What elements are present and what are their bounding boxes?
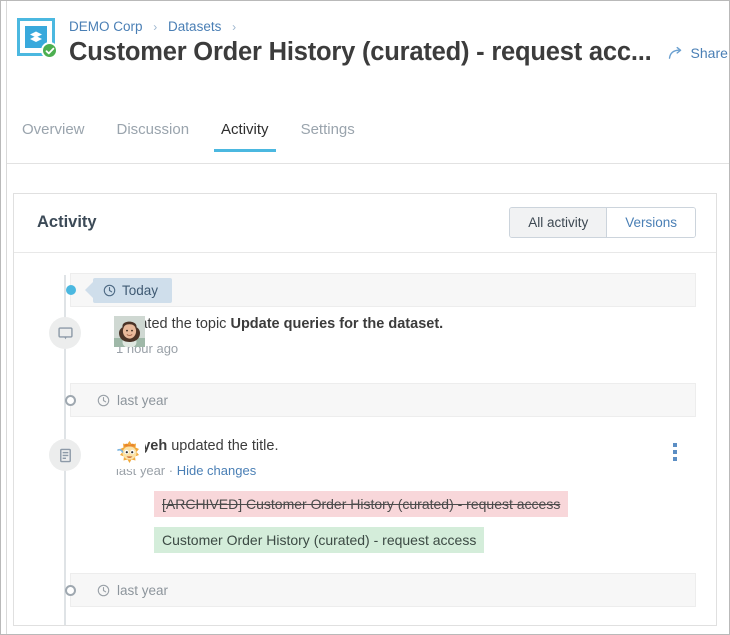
filter-versions[interactable]: Versions <box>606 208 695 237</box>
event-text: Created the topic Update queries for the… <box>116 315 698 334</box>
date-pill-today-label: Today <box>122 282 159 298</box>
activity-card: Activity All activity Versions Today Cre… <box>13 193 717 626</box>
event-body: Created the topic Update queries for the… <box>70 307 698 357</box>
hide-changes-link[interactable]: Hide changes <box>177 463 257 478</box>
timeline-marker-dot <box>66 285 76 295</box>
timeline-row: last year <box>32 573 698 607</box>
app-window: DEMO Corp › Datasets › Customer Order Hi… <box>0 0 730 635</box>
timeline-date-separator-last-year-2: last year <box>65 573 696 607</box>
event-meta-separator: · <box>165 463 177 478</box>
breadcrumb-separator-2: › <box>232 20 237 34</box>
event-body: @siyeh updated the title. last year · Hi… <box>70 429 698 479</box>
share-button[interactable]: Share <box>668 45 728 61</box>
diff-removed-wrap: [ARCHIVED] Customer Order History (curat… <box>154 491 698 517</box>
tab-activity-label: Activity <box>221 121 269 138</box>
verified-check-icon <box>41 42 58 59</box>
breadcrumb-separator: › <box>153 20 158 34</box>
kebab-menu-icon[interactable] <box>666 441 684 463</box>
breadcrumb-item-org[interactable]: DEMO Corp <box>69 19 143 34</box>
filter-all-activity-label: All activity <box>528 215 589 230</box>
event-text: @siyeh updated the title. <box>116 437 698 456</box>
page-title: Customer Order History (curated) - reque… <box>69 38 652 66</box>
activity-filter-group: All activity Versions <box>509 207 696 238</box>
activity-card-header: Activity All activity Versions <box>14 194 716 253</box>
tab-overview-label: Overview <box>22 121 85 138</box>
diff-added-wrap: Customer Order History (curated) - reque… <box>154 517 698 553</box>
event-meta: last year · Hide changes <box>116 462 698 479</box>
filter-all-activity[interactable]: All activity <box>510 208 607 237</box>
timeline-row: last year <box>32 383 698 417</box>
date-label-last-year-text: last year <box>117 392 169 408</box>
kebab-dot-3 <box>673 457 677 461</box>
tab-settings[interactable]: Settings <box>298 121 358 152</box>
activity-title: Activity <box>37 213 97 231</box>
kebab-dot-1 <box>673 443 677 447</box>
diff-removed-line: [ARCHIVED] Customer Order History (curat… <box>154 491 569 517</box>
document-lines-icon <box>49 439 81 471</box>
tab-settings-label: Settings <box>300 121 355 138</box>
clock-icon <box>97 584 110 597</box>
filter-versions-label: Versions <box>625 215 677 230</box>
timeline-row: Today <box>32 273 698 307</box>
avatar <box>114 316 145 347</box>
tab-bar: Overview Discussion Activity Settings <box>19 121 729 162</box>
timeline-event-created-topic: Created the topic Update queries for the… <box>32 307 698 369</box>
timeline-date-separator-last-year: last year <box>65 383 696 417</box>
clock-icon <box>103 284 116 297</box>
date-label-last-year-2-text: last year <box>117 582 169 598</box>
title-diff: [ARCHIVED] Customer Order History (curat… <box>70 479 698 559</box>
page-header: DEMO Corp › Datasets › Customer Order Hi… <box>7 1 729 164</box>
timeline-event-title-updated: @siyeh updated the title. last year · Hi… <box>32 429 698 559</box>
breadcrumb: DEMO Corp › Datasets › <box>69 19 243 34</box>
share-arrow-icon <box>668 46 685 60</box>
date-pill-today: Today <box>84 277 173 303</box>
date-label-last-year-2: last year <box>97 583 168 598</box>
dataset-layers-icon <box>17 18 59 60</box>
event-topic-link[interactable]: Update queries for the dataset. <box>230 316 443 332</box>
activity-timeline: Today Created the topic Update queries f… <box>14 253 716 625</box>
avatar <box>114 438 145 469</box>
diff-added-line: Customer Order History (curated) - reque… <box>154 527 485 553</box>
title-row: Customer Order History (curated) - reque… <box>69 38 728 67</box>
kebab-dot-2 <box>673 450 677 454</box>
timeline-marker-dot-hollow <box>65 394 76 406</box>
event-meta: 1 hour ago <box>116 340 698 357</box>
share-label: Share <box>690 45 728 61</box>
clock-icon <box>97 394 110 407</box>
date-label-last-year: last year <box>97 393 168 408</box>
timeline-marker-dot-hollow <box>65 584 76 596</box>
tab-activity[interactable]: Activity <box>214 121 276 152</box>
tab-discussion[interactable]: Discussion <box>114 121 193 152</box>
breadcrumb-item-datasets[interactable]: Datasets <box>168 19 221 34</box>
event-text-suffix: updated the title. <box>167 438 279 454</box>
comment-bubble-icon <box>49 317 81 349</box>
timeline-date-separator-today: Today <box>66 273 696 307</box>
tab-overview[interactable]: Overview <box>19 121 88 152</box>
tab-discussion-label: Discussion <box>116 121 190 138</box>
